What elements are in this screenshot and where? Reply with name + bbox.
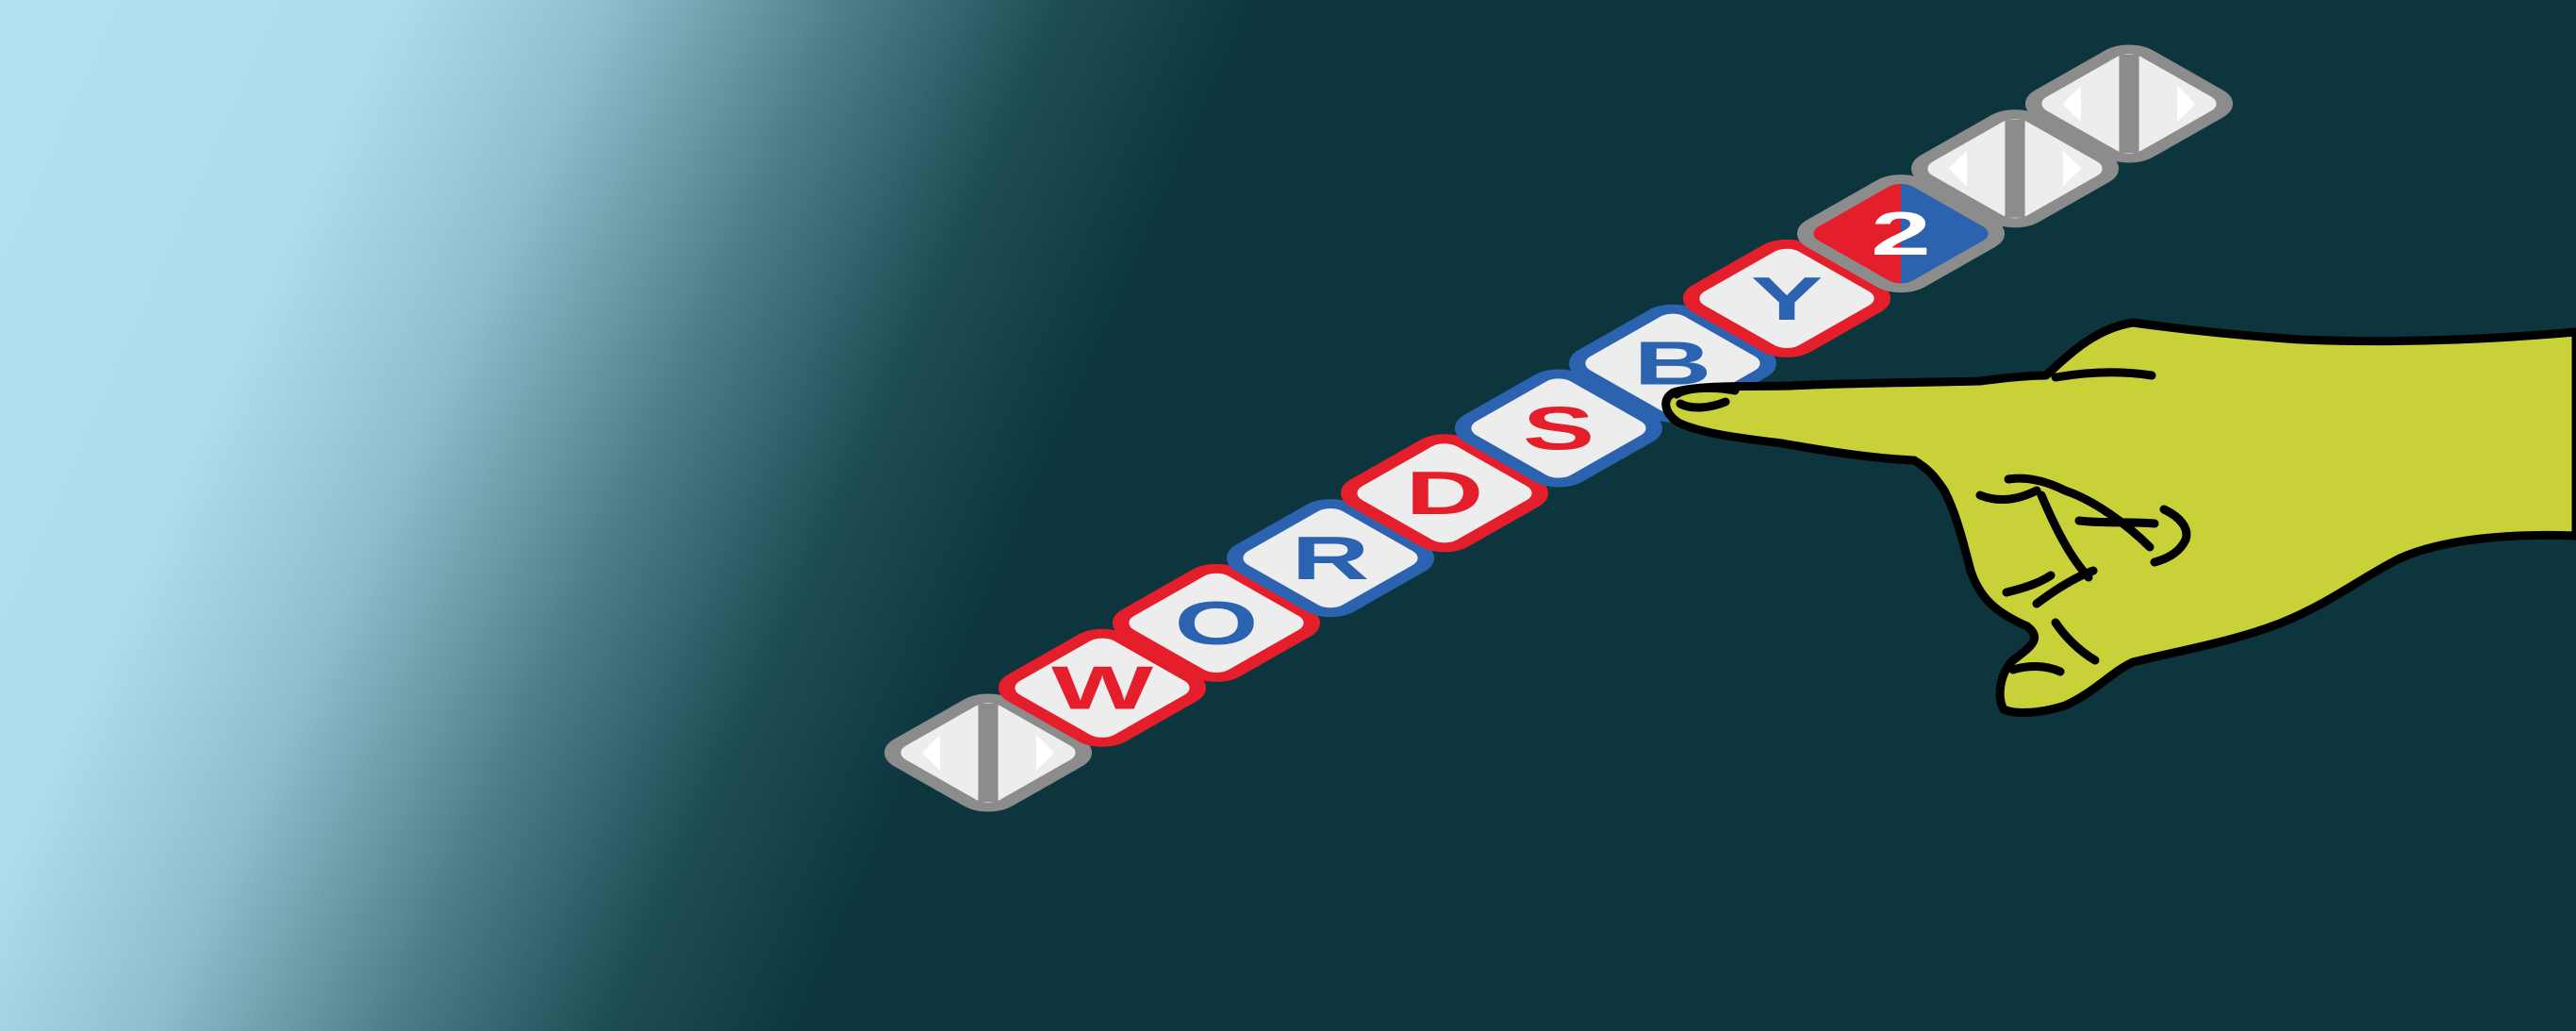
badge-digit: 2 (1871, 199, 1931, 268)
tile-letter: W (1051, 654, 1153, 723)
tile-letter: D (1406, 458, 1484, 527)
tile-letter: O (1174, 589, 1258, 657)
tile-letter: S (1523, 394, 1594, 463)
pointing-hand-icon (1661, 318, 2576, 717)
tile-letter: R (1292, 524, 1370, 592)
tile-letter: Y (1751, 264, 1823, 333)
wordsby2-artwork: WORDSBY2 (883, 44, 2576, 812)
